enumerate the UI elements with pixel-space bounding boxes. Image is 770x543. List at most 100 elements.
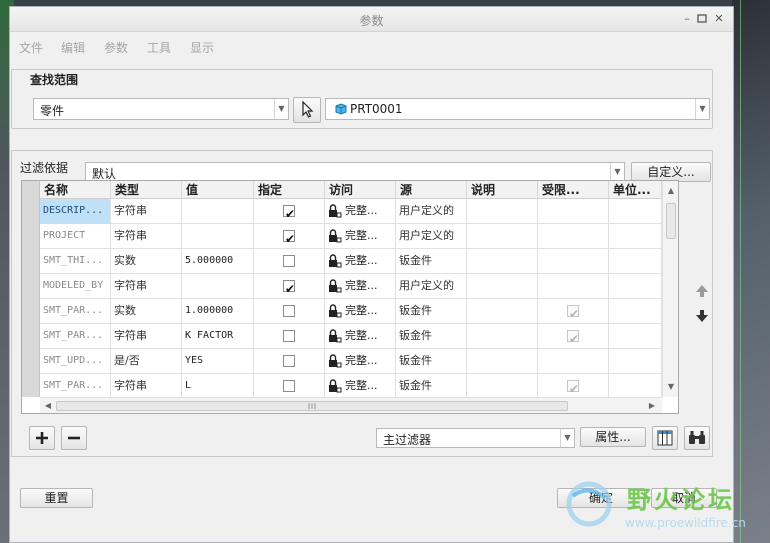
- source-cell[interactable]: 钣金件: [396, 349, 467, 374]
- designate-cell[interactable]: ✔: [254, 199, 325, 224]
- column-header-name[interactable]: 名称: [40, 181, 111, 199]
- name-cell[interactable]: PROJECT: [40, 224, 111, 249]
- designate-checkbox[interactable]: [283, 355, 295, 367]
- name-cell[interactable]: SMT_PAR...: [40, 324, 111, 349]
- cancel-button[interactable]: 取消: [651, 488, 717, 508]
- minimize-icon[interactable]: –: [679, 11, 695, 27]
- value-cell[interactable]: [182, 274, 254, 299]
- description-cell[interactable]: [467, 224, 538, 249]
- unit-cell[interactable]: [609, 349, 662, 374]
- scope-type-select[interactable]: 零件 ▼: [33, 98, 289, 120]
- restricted-cell[interactable]: [538, 349, 609, 374]
- type-cell[interactable]: 字符串: [111, 374, 182, 399]
- menu-parameters[interactable]: 参数: [104, 39, 128, 56]
- reset-button[interactable]: 重置: [20, 488, 93, 508]
- description-cell[interactable]: [467, 374, 538, 399]
- column-header-designate[interactable]: 指定: [254, 181, 325, 199]
- table-row[interactable]: PROJECT 字符串 ✔ 完整... 用户定义的: [40, 224, 662, 249]
- type-cell[interactable]: 实数: [111, 249, 182, 274]
- name-cell[interactable]: SMT_PAR...: [40, 299, 111, 324]
- value-cell[interactable]: [182, 224, 254, 249]
- value-cell[interactable]: L: [182, 374, 254, 399]
- properties-button[interactable]: 属性...: [580, 427, 646, 447]
- menu-edit[interactable]: 编辑: [61, 39, 85, 56]
- designate-checkbox[interactable]: [283, 330, 295, 342]
- type-cell[interactable]: 字符串: [111, 199, 182, 224]
- name-cell[interactable]: SMT_UPD...: [40, 349, 111, 374]
- column-header-access[interactable]: 访问: [325, 181, 396, 199]
- value-cell[interactable]: 1.000000: [182, 299, 254, 324]
- source-cell[interactable]: 用户定义的: [396, 199, 467, 224]
- access-cell[interactable]: 完整...: [325, 249, 396, 274]
- scroll-left-icon[interactable]: ◀: [40, 398, 56, 413]
- column-header-source[interactable]: 源: [396, 181, 467, 199]
- name-cell[interactable]: SMT_PAR...: [40, 374, 111, 399]
- designate-checkbox[interactable]: [283, 305, 295, 317]
- access-cell[interactable]: 完整...: [325, 299, 396, 324]
- remove-parameter-button[interactable]: [61, 426, 87, 450]
- unit-cell[interactable]: [609, 224, 662, 249]
- move-up-icon[interactable]: [695, 284, 709, 298]
- unit-cell[interactable]: [609, 299, 662, 324]
- table-row[interactable]: DESCRIP... 字符串 ✔ 完整... 用户定义的: [40, 199, 662, 224]
- main-filter-select[interactable]: 主过滤器 ▼: [376, 428, 575, 448]
- unit-cell[interactable]: [609, 374, 662, 399]
- name-cell[interactable]: DESCRIP...: [40, 199, 111, 224]
- access-cell[interactable]: 完整...: [325, 349, 396, 374]
- designate-cell[interactable]: ✔: [254, 274, 325, 299]
- type-cell[interactable]: 字符串: [111, 324, 182, 349]
- scroll-up-icon[interactable]: ▲: [663, 183, 678, 199]
- table-row[interactable]: MODELED_BY 字符串 ✔ 完整... 用户定义的: [40, 274, 662, 299]
- designate-checkbox[interactable]: ✔: [283, 205, 295, 221]
- add-parameter-button[interactable]: [29, 426, 55, 450]
- model-select[interactable]: PRT0001 ▼: [325, 98, 710, 120]
- horizontal-scrollbar[interactable]: ◀ ▶: [40, 397, 662, 413]
- value-cell[interactable]: K FACTOR: [182, 324, 254, 349]
- type-cell[interactable]: 是/否: [111, 349, 182, 374]
- menu-display[interactable]: 显示: [190, 39, 214, 56]
- name-cell[interactable]: SMT_THI...: [40, 249, 111, 274]
- designate-checkbox[interactable]: ✔: [283, 280, 295, 296]
- access-cell[interactable]: 完整...: [325, 224, 396, 249]
- access-cell[interactable]: 完整...: [325, 374, 396, 399]
- unit-cell[interactable]: [609, 274, 662, 299]
- type-cell[interactable]: 实数: [111, 299, 182, 324]
- vertical-scrollbar[interactable]: ▲ ▼: [662, 181, 678, 397]
- designate-checkbox[interactable]: ✔: [283, 230, 295, 246]
- source-cell[interactable]: 钣金件: [396, 374, 467, 399]
- value-cell[interactable]: [182, 199, 254, 224]
- column-header-description[interactable]: 说明: [467, 181, 538, 199]
- restricted-cell[interactable]: ✔: [538, 374, 609, 399]
- designate-cell[interactable]: [254, 349, 325, 374]
- description-cell[interactable]: [467, 299, 538, 324]
- unit-cell[interactable]: [609, 199, 662, 224]
- description-cell[interactable]: [467, 324, 538, 349]
- column-header-unit[interactable]: 单位...: [609, 181, 662, 199]
- scroll-down-icon[interactable]: ▼: [663, 379, 678, 395]
- table-row[interactable]: SMT_PAR... 实数 1.000000 完整... 钣金件 ✔: [40, 299, 662, 324]
- move-down-icon[interactable]: [695, 309, 709, 323]
- value-cell[interactable]: YES: [182, 349, 254, 374]
- access-cell[interactable]: 完整...: [325, 274, 396, 299]
- table-row[interactable]: SMT_PAR... 字符串 L 完整... 钣金件 ✔: [40, 374, 662, 399]
- filter-select[interactable]: 默认 ▼: [85, 162, 625, 182]
- unit-cell[interactable]: [609, 324, 662, 349]
- designate-cell[interactable]: [254, 374, 325, 399]
- designate-cell[interactable]: ✔: [254, 224, 325, 249]
- close-icon[interactable]: ✕: [711, 11, 727, 27]
- source-cell[interactable]: 用户定义的: [396, 224, 467, 249]
- description-cell[interactable]: [467, 274, 538, 299]
- designate-checkbox[interactable]: [283, 380, 295, 392]
- select-model-button[interactable]: [293, 97, 321, 123]
- type-cell[interactable]: 字符串: [111, 224, 182, 249]
- source-cell[interactable]: 钣金件: [396, 249, 467, 274]
- maximize-icon[interactable]: [694, 11, 710, 27]
- restricted-cell[interactable]: [538, 249, 609, 274]
- source-cell[interactable]: 钣金件: [396, 324, 467, 349]
- ok-button[interactable]: 确定: [557, 488, 645, 508]
- restricted-cell[interactable]: ✔: [538, 324, 609, 349]
- table-row[interactable]: SMT_THI... 实数 5.000000 完整... 钣金件: [40, 249, 662, 274]
- description-cell[interactable]: [467, 199, 538, 224]
- designate-cell[interactable]: [254, 299, 325, 324]
- customize-button[interactable]: 自定义...: [631, 162, 711, 182]
